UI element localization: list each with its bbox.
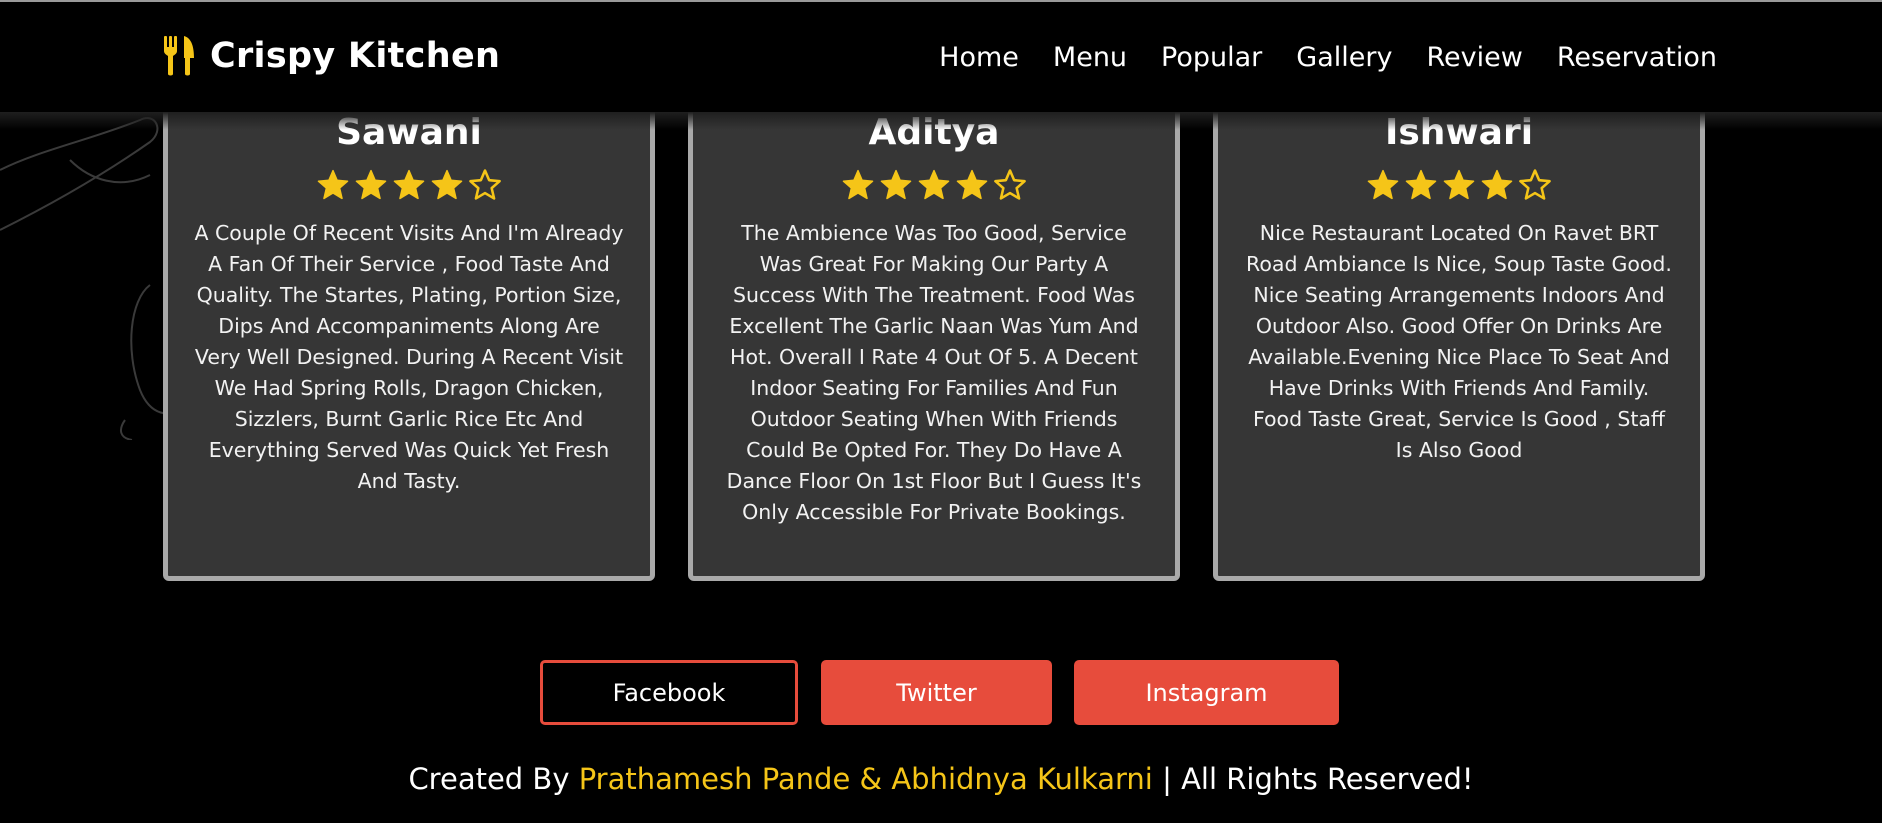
footer-prefix: Created By [408,762,579,796]
review-card: Ishwari Nice Restaurant Located On Ravet… [1213,60,1705,581]
star-filled-icon [842,169,874,200]
nav-menu[interactable]: Menu [1053,42,1127,73]
star-filled-icon [1481,169,1513,200]
star-filled-icon [956,169,988,200]
brand-logo[interactable]: Crispy Kitchen [162,36,500,76]
star-outline-icon [1519,169,1551,200]
review-text: Nice Restaurant Located On Ravet BRT Roa… [1246,221,1672,462]
twitter-button[interactable]: Twitter [821,660,1052,725]
page: Crispy Kitchen Home Menu Popular Gallery… [0,0,1882,823]
star-filled-icon [355,169,387,200]
star-filled-icon [1367,169,1399,200]
star-rating [1218,168,1700,202]
star-filled-icon [1443,169,1475,200]
header-shadow [0,112,1882,130]
star-filled-icon [880,169,912,200]
star-outline-icon [469,169,501,200]
utensils-icon [164,36,194,76]
nav-review[interactable]: Review [1426,42,1522,73]
star-filled-icon [393,169,425,200]
site-header: Crispy Kitchen Home Menu Popular Gallery… [0,0,1882,112]
review-text: A Couple Of Recent Visits And I'm Alread… [194,221,624,493]
star-filled-icon [317,169,349,200]
star-outline-icon [994,169,1026,200]
nav-popular[interactable]: Popular [1161,42,1262,73]
review-text: The Ambience Was Too Good, Service Was G… [726,221,1142,524]
star-rating [168,168,650,202]
footer-suffix: | All Rights Reserved! [1152,762,1474,796]
facebook-button[interactable]: Facebook [540,660,798,725]
nav-reservation[interactable]: Reservation [1557,42,1717,73]
footer-authors: Prathamesh Pande & Abhidnya Kulkarni [578,762,1153,796]
star-filled-icon [431,169,463,200]
star-filled-icon [918,169,950,200]
review-card: Sawani A Couple Of Recent Visits And I'm… [163,60,655,581]
star-filled-icon [1405,169,1437,200]
nav-gallery[interactable]: Gallery [1296,42,1392,73]
instagram-button[interactable]: Instagram [1074,660,1339,725]
brand-name: Crispy Kitchen [210,36,501,76]
nav-home[interactable]: Home [939,42,1019,73]
star-rating [693,168,1175,202]
footer-credits: Created By Prathamesh Pande & Abhidnya K… [0,762,1882,796]
main-nav: Home Menu Popular Gallery Review Reserva… [905,42,1717,73]
review-card: Aditya The Ambience Was Too Good, Servic… [688,60,1180,581]
